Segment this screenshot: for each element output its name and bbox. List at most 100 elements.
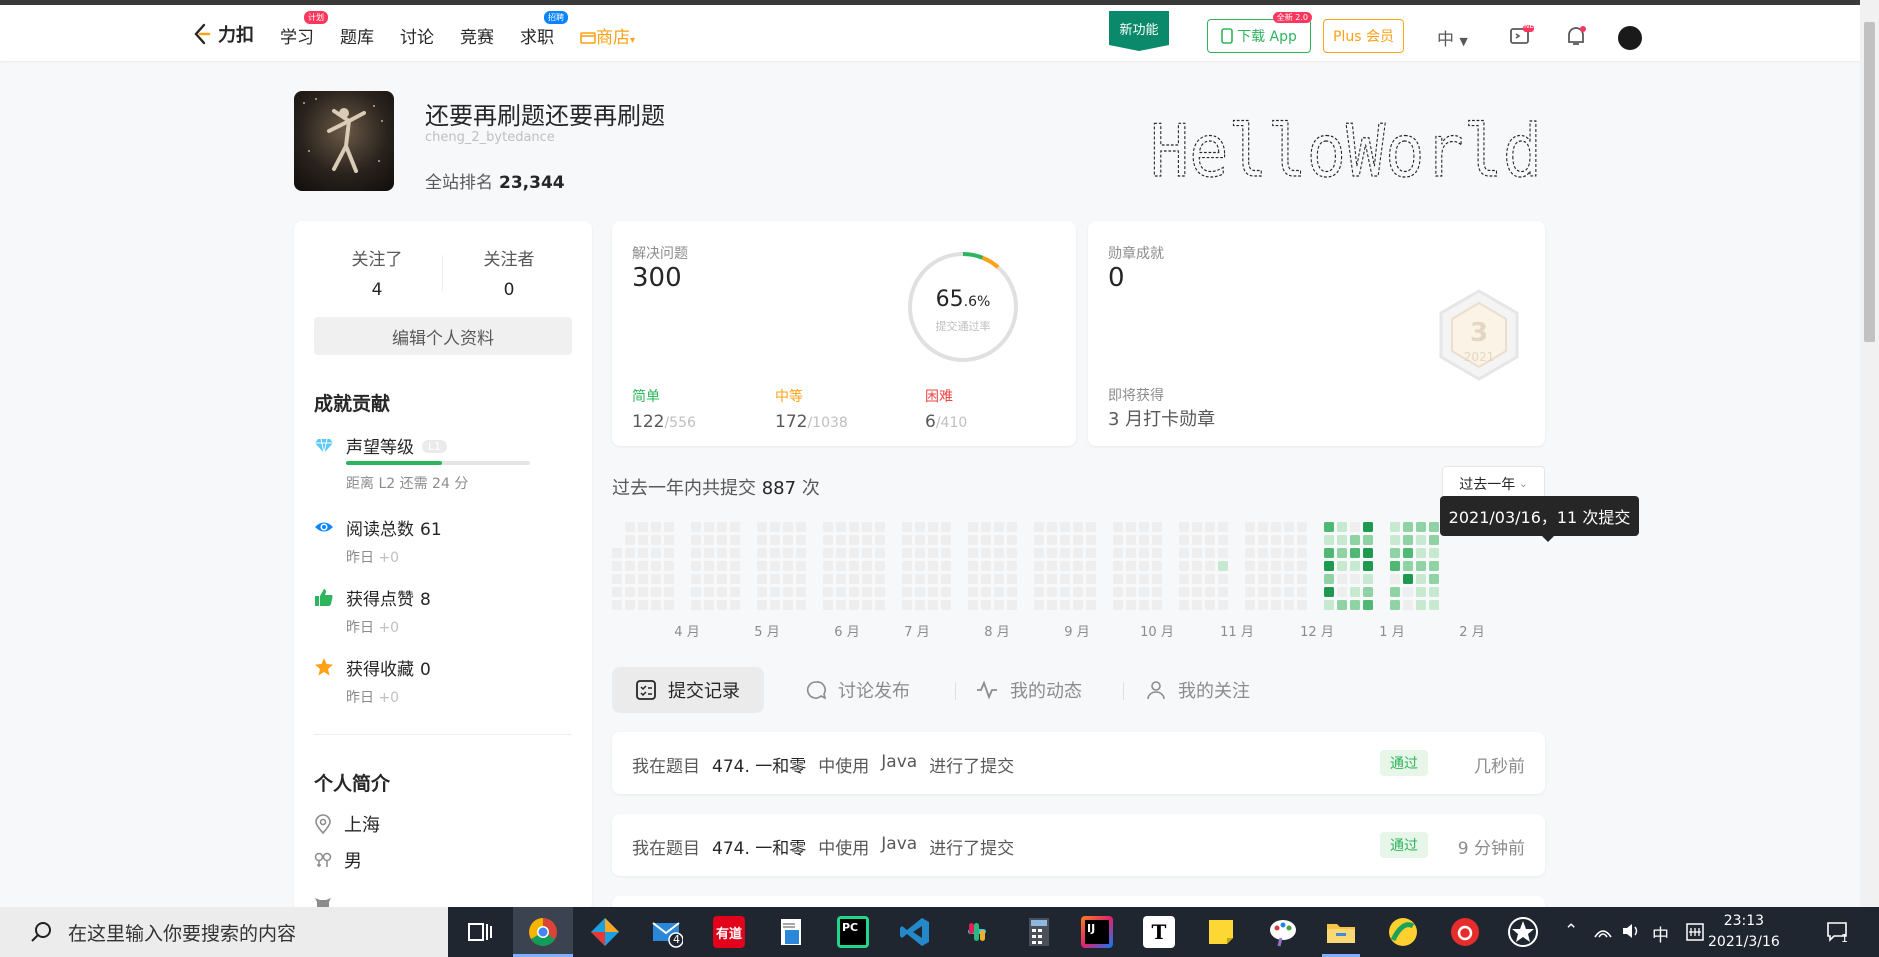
heatmap-cell[interactable] <box>941 561 951 571</box>
heatmap-cell[interactable] <box>915 522 925 532</box>
heatmap-cell[interactable] <box>625 548 635 558</box>
heatmap-cell[interactable] <box>1034 600 1044 610</box>
heatmap-cell[interactable] <box>796 574 806 584</box>
profile-avatar[interactable] <box>294 91 394 191</box>
heatmap-cell[interactable] <box>796 535 806 545</box>
heatmap-cell[interactable] <box>651 548 661 558</box>
heatmap-cell[interactable] <box>1047 548 1057 558</box>
heatmap-cell[interactable] <box>1350 535 1360 545</box>
heatmap-cell[interactable] <box>717 600 727 610</box>
heatmap-cell[interactable] <box>1416 574 1426 584</box>
heatmap-cell[interactable] <box>1337 535 1347 545</box>
heatmap-cell[interactable] <box>1073 535 1083 545</box>
heatmap-cell[interactable] <box>849 574 859 584</box>
heatmap-cell[interactable] <box>717 561 727 571</box>
tray-chevron-up-icon[interactable]: ⌃ <box>1564 921 1578 941</box>
heatmap-cell[interactable] <box>1139 561 1149 571</box>
heatmap-cell[interactable] <box>902 522 912 532</box>
heatmap-cell[interactable] <box>862 600 872 610</box>
heatmap-cell[interactable] <box>1073 587 1083 597</box>
heatmap-cell[interactable] <box>717 548 727 558</box>
heatmap-cell[interactable] <box>1297 522 1307 532</box>
heatmap-cell[interactable] <box>862 522 872 532</box>
typora-icon[interactable]: T <box>1143 916 1175 948</box>
problem-link[interactable]: 474. 一和零 <box>712 752 806 777</box>
heatmap-cell[interactable] <box>1297 535 1307 545</box>
heatmap-cell[interactable] <box>823 535 833 545</box>
heatmap-cell[interactable] <box>1113 561 1123 571</box>
heatmap-cell[interactable] <box>928 561 938 571</box>
heatmap-cell[interactable] <box>1258 535 1268 545</box>
heatmap-cell[interactable] <box>994 574 1004 584</box>
heatmap-cell[interactable] <box>1284 587 1294 597</box>
heatmap-cell[interactable] <box>1324 561 1334 571</box>
heatmap-cell[interactable] <box>875 587 885 597</box>
heatmap-cell[interactable] <box>849 600 859 610</box>
heatmap-cell[interactable] <box>968 548 978 558</box>
heatmap-cell[interactable] <box>849 548 859 558</box>
heatmap-cell[interactable] <box>664 535 674 545</box>
heatmap-cell[interactable] <box>1073 600 1083 610</box>
heatmap-cell[interactable] <box>1073 574 1083 584</box>
file-explorer-icon[interactable] <box>1325 916 1357 948</box>
heatmap-cell[interactable] <box>704 548 714 558</box>
heatmap-cell[interactable] <box>1284 535 1294 545</box>
heatmap-cell[interactable] <box>1126 600 1136 610</box>
scrollbar-thumb[interactable] <box>1864 22 1875 342</box>
heatmap-cell[interactable] <box>704 561 714 571</box>
heatmap-cell[interactable] <box>691 587 701 597</box>
heatmap-cell[interactable] <box>730 587 740 597</box>
heatmap-cell[interactable] <box>928 600 938 610</box>
heatmap-cell[interactable] <box>1086 600 1096 610</box>
heatmap-cell[interactable] <box>1192 561 1202 571</box>
heatmap-cell[interactable] <box>770 574 780 584</box>
heatmap-cell[interactable] <box>1179 600 1189 610</box>
heatmap-cell[interactable] <box>823 561 833 571</box>
heatmap-cell[interactable] <box>691 535 701 545</box>
march-badge-icon[interactable]: 3 2021 <box>1438 289 1520 381</box>
heatmap-cell[interactable] <box>1139 587 1149 597</box>
heatmap-cell[interactable] <box>1060 587 1070 597</box>
heatmap-cell[interactable] <box>836 587 846 597</box>
heatmap-cell[interactable] <box>770 522 780 532</box>
heatmap-cell[interactable] <box>1047 587 1057 597</box>
heatmap-cell[interactable] <box>1113 548 1123 558</box>
following-stat[interactable]: 关注了 4 <box>312 245 442 300</box>
heatmap-cell[interactable] <box>770 535 780 545</box>
heatmap-cell[interactable] <box>1007 522 1017 532</box>
heatmap-cell[interactable] <box>704 600 714 610</box>
heatmap-cell[interactable] <box>1047 535 1057 545</box>
heatmap-cell[interactable] <box>1126 574 1136 584</box>
submission-record[interactable] <box>612 896 1545 907</box>
heatmap-cell[interactable] <box>1073 561 1083 571</box>
heatmap-cell[interactable] <box>941 600 951 610</box>
heatmap-cell[interactable] <box>691 561 701 571</box>
heatmap-cell[interactable] <box>862 535 872 545</box>
heatmap-cell[interactable] <box>1390 574 1400 584</box>
heatmap-cell[interactable] <box>902 600 912 610</box>
heatmap-cell[interactable] <box>783 574 793 584</box>
heatmap-cell[interactable] <box>691 548 701 558</box>
heatmap-cell[interactable] <box>1429 600 1439 610</box>
heatmap-cell[interactable] <box>849 522 859 532</box>
submission-record[interactable]: 我在题目 474. 一和零 中使用 Java 进行了提交 通过 9 分钟前 <box>612 814 1545 876</box>
heatmap-cell[interactable] <box>1258 522 1268 532</box>
heatmap-cell[interactable] <box>1152 522 1162 532</box>
heatmap-cell[interactable] <box>915 600 925 610</box>
heatmap-cell[interactable] <box>783 600 793 610</box>
heatmap-cell[interactable] <box>941 548 951 558</box>
heatmap-cell[interactable] <box>1139 522 1149 532</box>
heatmap-cell[interactable] <box>1086 548 1096 558</box>
nav-problems[interactable]: 题库 <box>340 23 374 48</box>
heatmap-cell[interactable] <box>981 600 991 610</box>
heatmap-cell[interactable] <box>1416 587 1426 597</box>
heatmap-cell[interactable] <box>612 574 622 584</box>
heatmap-cell[interactable] <box>757 535 767 545</box>
heatmap-cell[interactable] <box>1113 587 1123 597</box>
heatmap-cell[interactable] <box>757 548 767 558</box>
heatmap-cell[interactable] <box>836 574 846 584</box>
heatmap-cell[interactable] <box>757 522 767 532</box>
heatmap-cell[interactable] <box>1337 587 1347 597</box>
heatmap-cell[interactable] <box>612 587 622 597</box>
heatmap-cell[interactable] <box>1034 587 1044 597</box>
